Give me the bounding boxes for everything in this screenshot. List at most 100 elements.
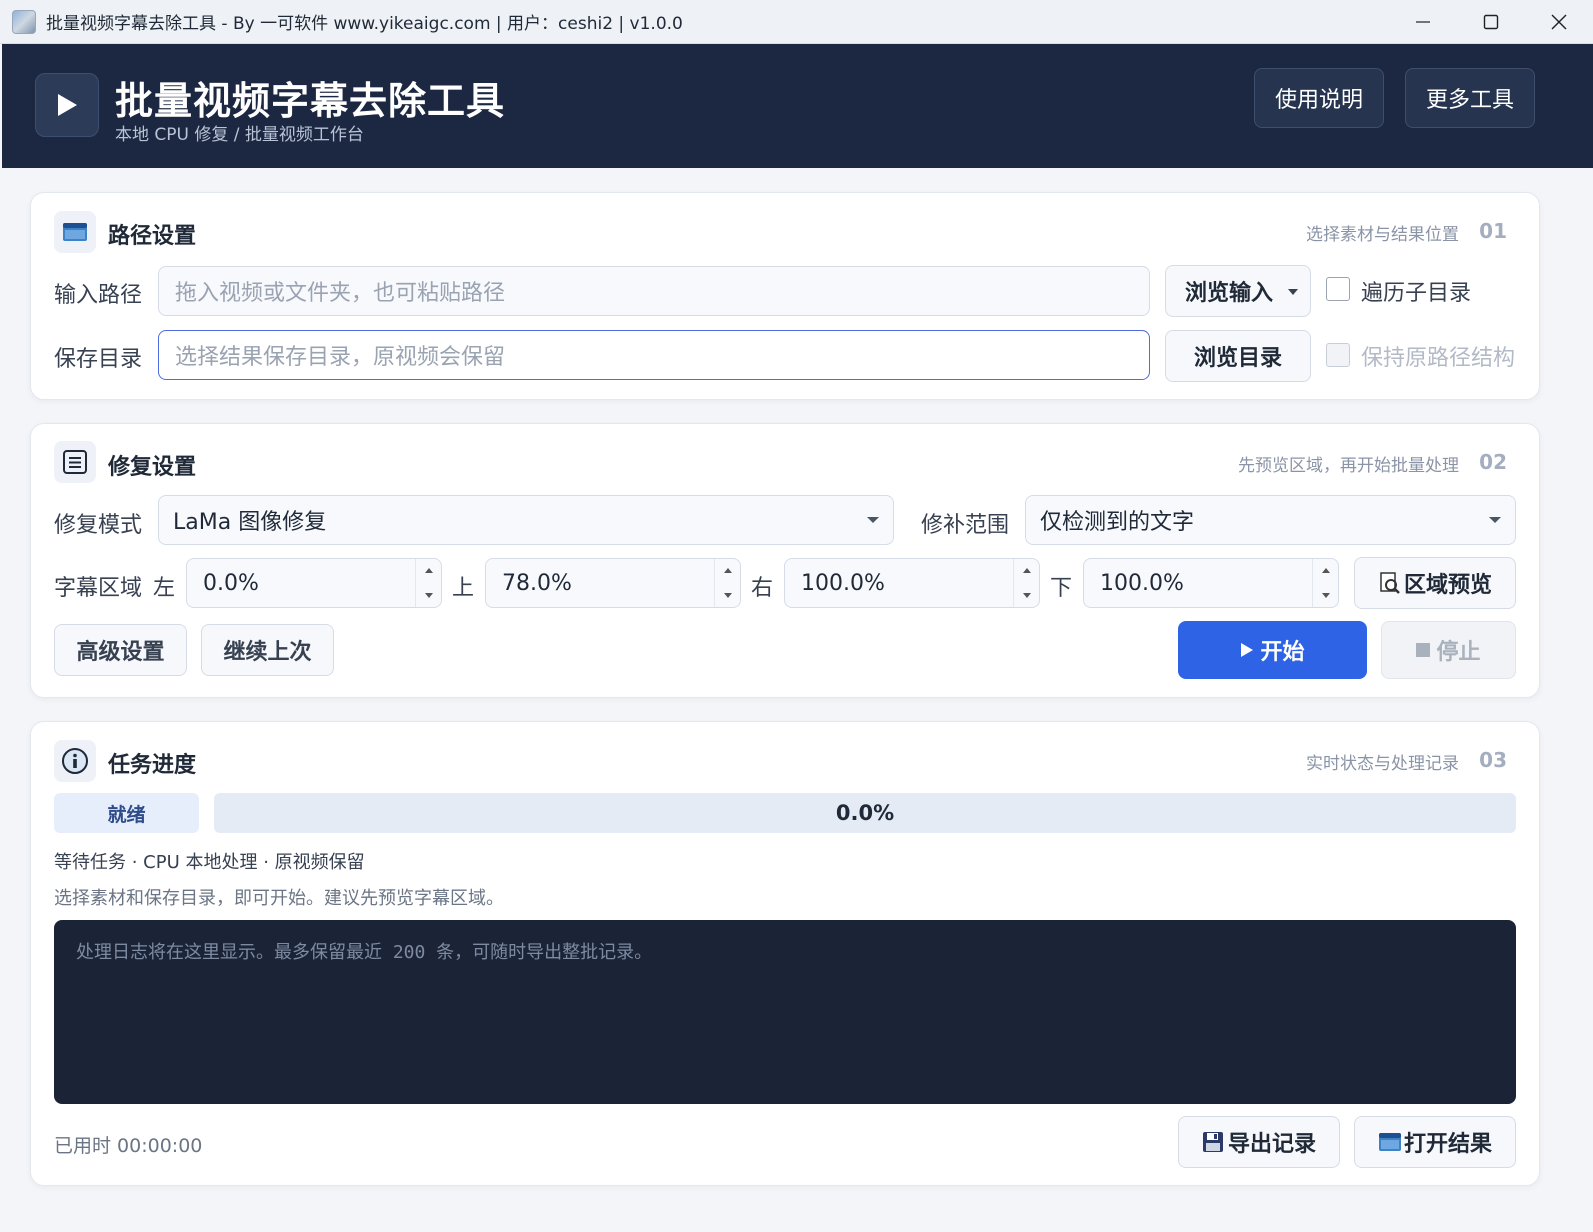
bottom-value: 100.0% bbox=[1100, 570, 1184, 596]
list-icon bbox=[54, 441, 96, 483]
save-dir-field[interactable]: 选择结果保存目录，原视频会保留 bbox=[158, 330, 1150, 380]
region-preview-button[interactable]: 区域预览 bbox=[1354, 557, 1516, 609]
app-logo bbox=[35, 73, 99, 137]
arrow-down-icon[interactable] bbox=[1023, 593, 1031, 598]
scope-value: 仅检测到的文字 bbox=[1040, 510, 1195, 535]
input-path-placeholder: 拖入视频或文件夹，也可粘贴路径 bbox=[175, 281, 506, 306]
spin-arrows[interactable] bbox=[714, 559, 740, 607]
stop-icon bbox=[1416, 643, 1431, 657]
maximize-button[interactable] bbox=[1457, 0, 1525, 44]
top-label: 上 bbox=[452, 576, 475, 601]
path-settings-card: 路径设置 选择素材与结果位置 01 输入路径 拖入视频或文件夹，也可粘贴路径 浏… bbox=[30, 192, 1540, 400]
card-hint: 先预览区域，再开始批量处理 bbox=[1238, 456, 1459, 476]
left-spinbox[interactable]: 0.0% bbox=[186, 558, 442, 608]
keep-structure-checkbox[interactable] bbox=[1326, 343, 1350, 367]
export-log-label: 导出记录 bbox=[1227, 1132, 1316, 1157]
left-label: 左 bbox=[153, 576, 176, 601]
progress-bar: 0.0% bbox=[214, 793, 1516, 833]
maximize-icon bbox=[1483, 14, 1499, 30]
left-value: 0.0% bbox=[203, 570, 259, 596]
input-path-field[interactable]: 拖入视频或文件夹，也可粘贴路径 bbox=[158, 266, 1150, 316]
minimize-button[interactable] bbox=[1389, 0, 1457, 44]
top-spinbox[interactable]: 78.0% bbox=[485, 558, 741, 608]
arrow-down-icon[interactable] bbox=[425, 593, 433, 598]
export-log-button[interactable]: 导出记录 bbox=[1178, 1116, 1340, 1168]
chevron-down-icon bbox=[1288, 289, 1298, 295]
card-title: 修复设置 bbox=[108, 455, 197, 480]
repair-settings-card: 修复设置 先预览区域，再开始批量处理 02 修复模式 LaMa 图像修复 修补范… bbox=[30, 423, 1540, 698]
arrow-down-icon[interactable] bbox=[724, 593, 732, 598]
bottom-label: 下 bbox=[1050, 576, 1073, 601]
open-results-button[interactable]: 打开结果 bbox=[1354, 1116, 1516, 1168]
recursive-label: 遍历子目录 bbox=[1361, 281, 1472, 306]
arrow-up-icon[interactable] bbox=[1023, 568, 1031, 573]
chevron-down-icon bbox=[867, 517, 879, 523]
status-meta: 等待任务 · CPU 本地处理 · 原视频保留 bbox=[54, 852, 365, 873]
card-number: 02 bbox=[1479, 450, 1507, 474]
elapsed-time: 已用时 00:00:00 bbox=[54, 1135, 203, 1157]
spin-arrows[interactable] bbox=[1312, 559, 1338, 607]
info-icon bbox=[54, 740, 96, 782]
spin-arrows[interactable] bbox=[1013, 559, 1039, 607]
mode-label: 修复模式 bbox=[54, 513, 143, 538]
recursive-checkbox[interactable] bbox=[1326, 277, 1350, 301]
app-subtitle: 本地 CPU 修复 / 批量视频工作台 bbox=[115, 125, 364, 145]
right-value: 100.0% bbox=[801, 570, 885, 596]
card-number: 01 bbox=[1479, 219, 1507, 243]
save-dir-placeholder: 选择结果保存目录，原视频会保留 bbox=[175, 345, 506, 370]
browse-dir-button[interactable]: 浏览目录 bbox=[1165, 330, 1311, 382]
right-spinbox[interactable]: 100.0% bbox=[784, 558, 1040, 608]
progress-text: 0.0% bbox=[835, 801, 895, 825]
window-title: 批量视频字幕去除工具 - By 一可软件 www.yikeaigc.com | … bbox=[46, 14, 683, 34]
card-hint: 实时状态与处理记录 bbox=[1306, 754, 1459, 774]
card-title: 路径设置 bbox=[108, 224, 197, 249]
scope-label: 修补范围 bbox=[921, 513, 1010, 538]
folder-icon bbox=[54, 211, 96, 253]
app-header: 批量视频字幕去除工具 本地 CPU 修复 / 批量视频工作台 使用说明 更多工具 bbox=[2, 44, 1593, 168]
advanced-settings-button[interactable]: 高级设置 bbox=[54, 624, 187, 676]
browse-input-button[interactable]: 浏览输入 bbox=[1165, 265, 1311, 317]
card-number: 03 bbox=[1479, 748, 1507, 772]
right-label: 右 bbox=[751, 576, 774, 601]
play-icon bbox=[1241, 643, 1254, 657]
help-button[interactable]: 使用说明 bbox=[1254, 68, 1384, 128]
save-dir-label: 保存目录 bbox=[54, 347, 143, 372]
save-icon bbox=[1202, 1132, 1223, 1152]
arrow-up-icon[interactable] bbox=[1322, 568, 1330, 573]
mode-value: LaMa 图像修复 bbox=[173, 510, 327, 535]
title-bar: 批量视频字幕去除工具 - By 一可软件 www.yikeaigc.com | … bbox=[0, 0, 1593, 44]
close-icon bbox=[1551, 14, 1567, 30]
stop-button[interactable]: 停止 bbox=[1381, 621, 1516, 679]
status-badge: 就绪 bbox=[54, 793, 199, 833]
arrow-up-icon[interactable] bbox=[425, 568, 433, 573]
spin-arrows[interactable] bbox=[415, 559, 441, 607]
open-results-label: 打开结果 bbox=[1403, 1132, 1492, 1157]
card-title: 任务进度 bbox=[108, 753, 197, 778]
browse-input-label: 浏览输入 bbox=[1184, 281, 1273, 306]
keep-structure-label: 保持原路径结构 bbox=[1361, 346, 1516, 371]
bottom-spinbox[interactable]: 100.0% bbox=[1083, 558, 1339, 608]
play-icon bbox=[58, 94, 77, 116]
mode-select[interactable]: LaMa 图像修复 bbox=[158, 495, 894, 545]
more-tools-button[interactable]: 更多工具 bbox=[1405, 68, 1535, 128]
chevron-down-icon bbox=[1489, 517, 1501, 523]
close-button[interactable] bbox=[1525, 0, 1593, 44]
status-tip: 选择素材和保存目录，即可开始。建议先预览字幕区域。 bbox=[54, 888, 504, 909]
app-title: 批量视频字幕去除工具 bbox=[115, 79, 506, 123]
scope-select[interactable]: 仅检测到的文字 bbox=[1025, 495, 1516, 545]
region-preview-label: 区域预览 bbox=[1403, 573, 1492, 598]
card-hint: 选择素材与结果位置 bbox=[1306, 225, 1459, 245]
start-button[interactable]: 开始 bbox=[1178, 621, 1367, 679]
resume-button[interactable]: 继续上次 bbox=[201, 624, 334, 676]
log-panel[interactable]: 处理日志将在这里显示。最多保留最近 200 条，可随时导出整批记录。 bbox=[54, 920, 1516, 1104]
folder-icon bbox=[1378, 1133, 1401, 1151]
start-label: 开始 bbox=[1260, 640, 1305, 665]
log-placeholder: 处理日志将在这里显示。最多保留最近 200 条，可随时导出整批记录。 bbox=[76, 942, 653, 963]
stop-label: 停止 bbox=[1436, 640, 1481, 665]
arrow-down-icon[interactable] bbox=[1322, 593, 1330, 598]
window-controls bbox=[1389, 0, 1593, 44]
progress-card: 任务进度 实时状态与处理记录 03 就绪 0.0% 等待任务 · CPU 本地处… bbox=[30, 721, 1540, 1186]
app-icon bbox=[12, 9, 36, 34]
arrow-up-icon[interactable] bbox=[724, 568, 732, 573]
input-path-label: 输入路径 bbox=[54, 283, 143, 308]
